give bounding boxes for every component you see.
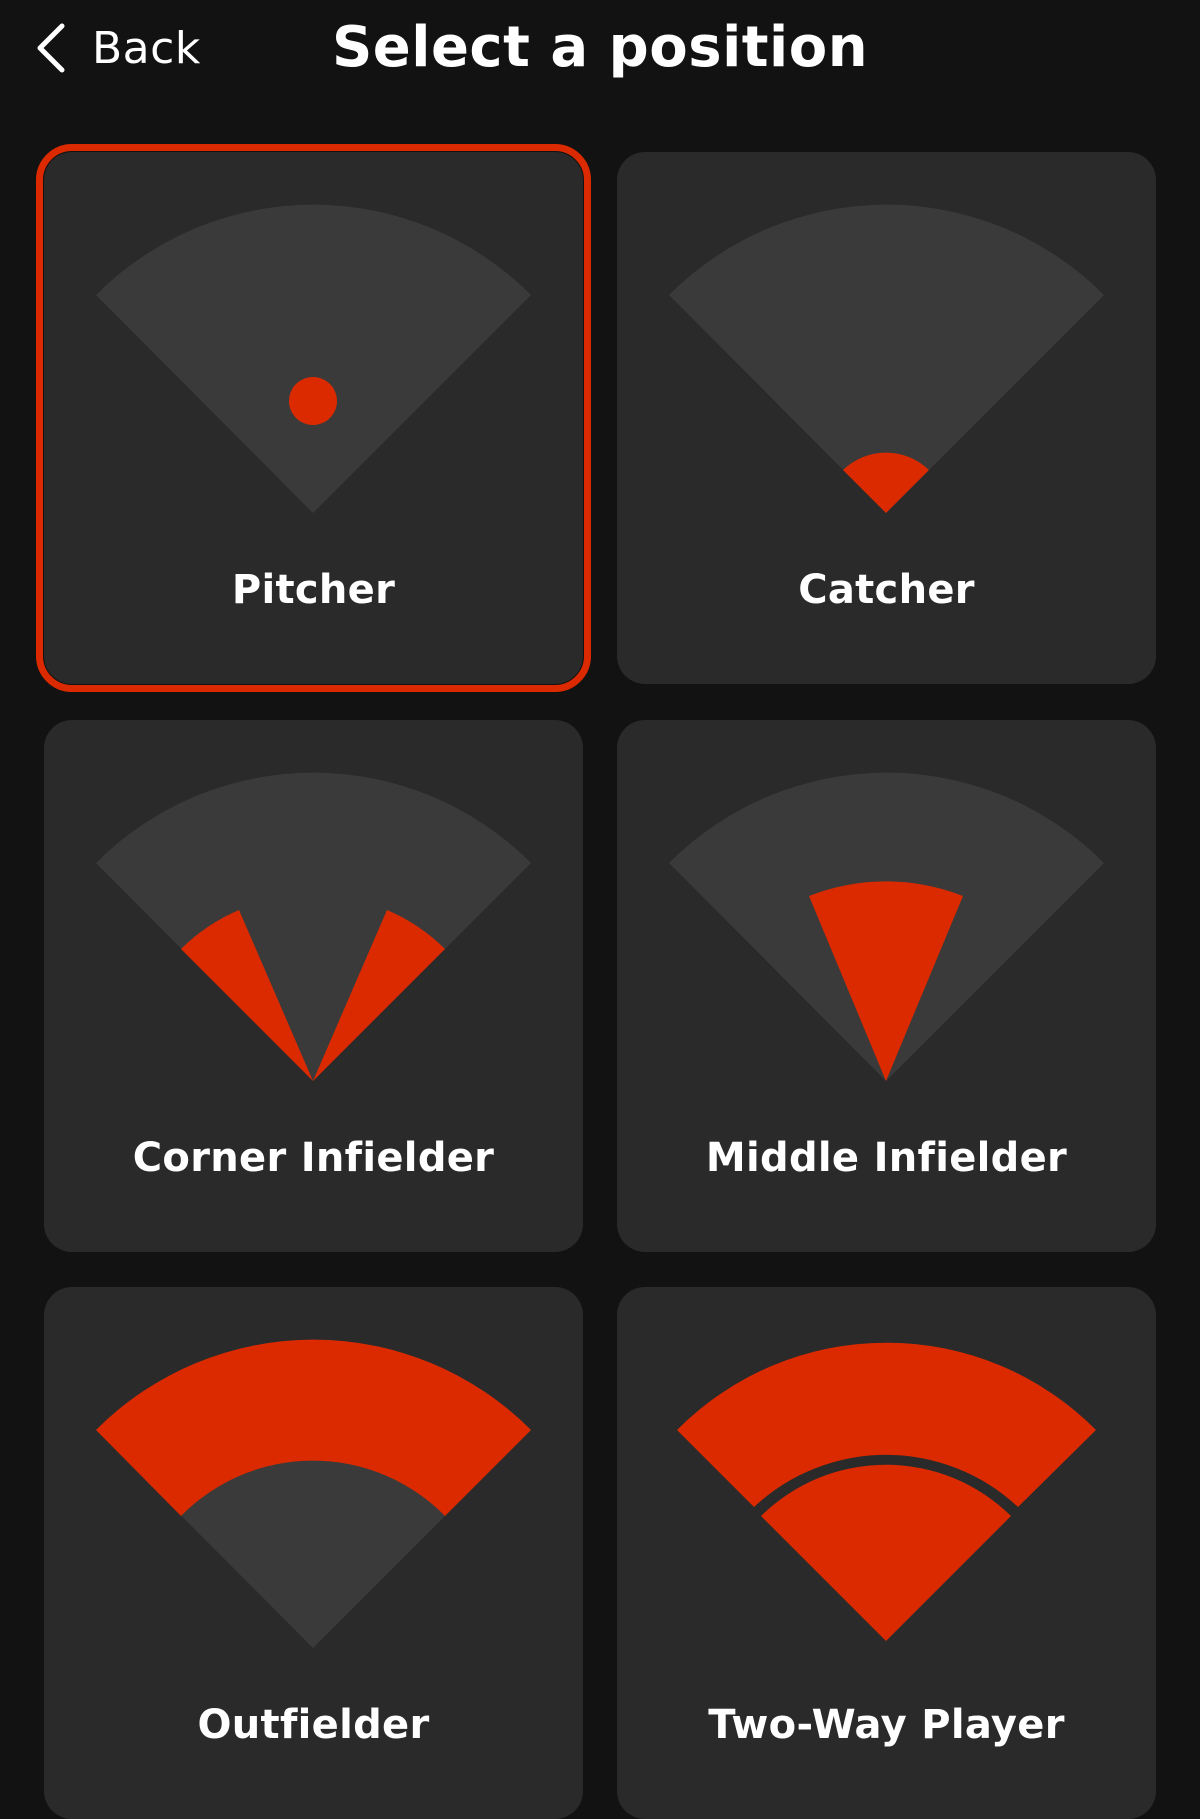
page-title: Select a position [331, 15, 869, 80]
position-card-two-way-player[interactable]: Two-Way Player [617, 1287, 1156, 1819]
position-label: Two-Way Player [708, 1702, 1065, 1748]
position-label: Pitcher [231, 567, 396, 613]
position-card-pitcher[interactable]: Pitcher [36, 144, 591, 692]
header: Back Select a position [0, 0, 1200, 100]
position-label: Corner Infielder [132, 1135, 495, 1181]
field-corner-infielder-icon [96, 772, 531, 1081]
position-card-middle-infielder[interactable]: Middle Infielder [617, 720, 1156, 1252]
position-card-corner-infielder[interactable]: Corner Infielder [44, 720, 583, 1252]
position-label: Middle Infielder [705, 1135, 1068, 1181]
field-middle-infielder-icon [669, 772, 1104, 1081]
position-label: Catcher [798, 567, 975, 613]
position-label: Outfielder [197, 1702, 430, 1748]
field-pitcher-icon [96, 204, 531, 513]
field-two-way-player-icon [677, 1342, 1096, 1641]
field-outfielder-icon [96, 1339, 531, 1648]
position-card-catcher[interactable]: Catcher [617, 152, 1156, 684]
field-catcher-icon [669, 204, 1104, 513]
position-card-outfielder[interactable]: Outfielder [44, 1287, 583, 1819]
